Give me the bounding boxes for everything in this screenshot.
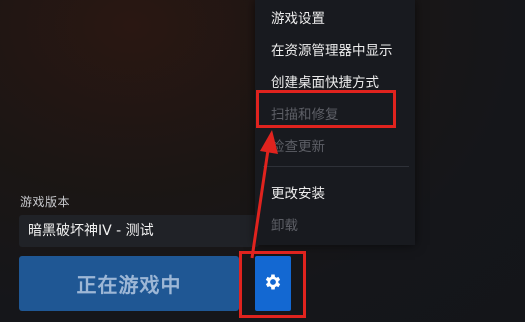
annotation-arrow (250, 130, 278, 259)
